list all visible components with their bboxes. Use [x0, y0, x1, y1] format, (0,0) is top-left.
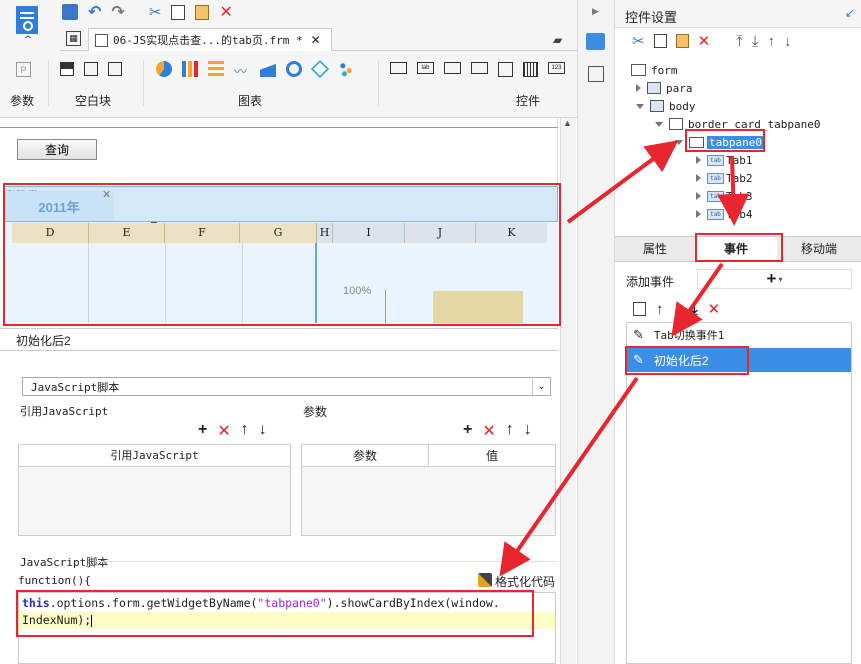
arrow-events-to-item [671, 262, 724, 337]
arrow-canvas-to-tabpane [566, 140, 679, 224]
arrow-tabpane-to-events [717, 155, 750, 226]
annotation-arrows [499, 140, 750, 577]
arrow-item-to-code [499, 376, 639, 577]
